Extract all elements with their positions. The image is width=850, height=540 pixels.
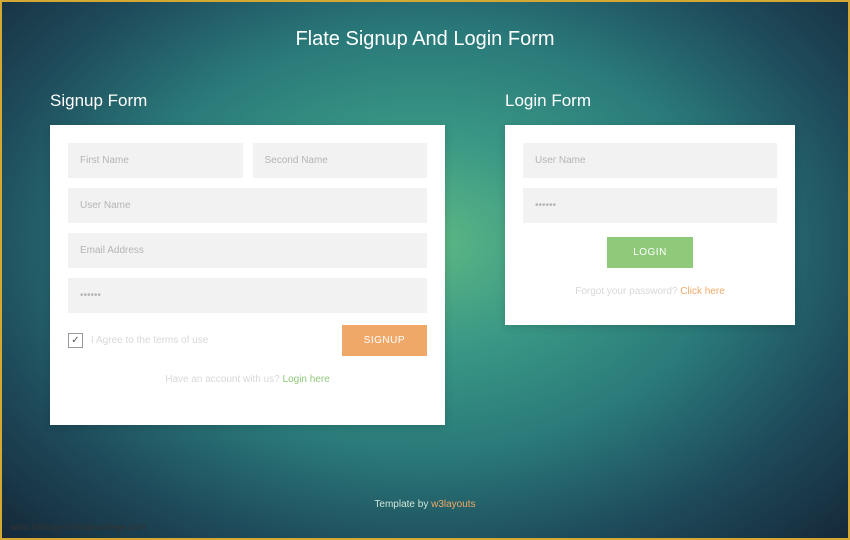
footer: Template by w3layouts [0, 499, 850, 510]
footer-text: Template by [374, 499, 431, 510]
login-card: LOGIN Forgot your password? Click here [505, 125, 795, 325]
signup-card: ✓ I Agree to the terms of use SIGNUP Hav… [50, 125, 445, 425]
login-password-input[interactable] [523, 188, 777, 223]
signup-helper: Have an account with us? Login here [68, 374, 427, 385]
forms-container: Signup Form ✓ I Agree to the terms of us… [0, 91, 850, 425]
page-title: Flate Signup And Login Form [0, 0, 850, 61]
terms-label: I Agree to the terms of use [91, 335, 208, 346]
login-here-link[interactable]: Login here [283, 374, 330, 385]
terms-checkbox[interactable]: ✓ [68, 333, 83, 348]
login-section: Login Form LOGIN Forgot your password? C… [505, 91, 795, 425]
login-username-input[interactable] [523, 143, 777, 178]
forgot-link[interactable]: Click here [680, 286, 724, 297]
second-name-input[interactable] [253, 143, 428, 178]
signup-heading: Signup Form [50, 91, 445, 111]
signup-username-input[interactable] [68, 188, 427, 223]
signup-section: Signup Form ✓ I Agree to the terms of us… [50, 91, 445, 425]
watermark: www.heritagechristiancollege.com [10, 522, 146, 532]
login-button[interactable]: LOGIN [607, 237, 693, 268]
login-heading: Login Form [505, 91, 795, 111]
email-input[interactable] [68, 233, 427, 268]
first-name-input[interactable] [68, 143, 243, 178]
signup-button[interactable]: SIGNUP [342, 325, 427, 356]
signup-password-input[interactable] [68, 278, 427, 313]
signup-helper-text: Have an account with us? [165, 374, 282, 385]
forgot-text: Forgot your password? [575, 286, 680, 297]
forgot-helper: Forgot your password? Click here [523, 286, 777, 297]
footer-link[interactable]: w3layouts [431, 499, 475, 510]
